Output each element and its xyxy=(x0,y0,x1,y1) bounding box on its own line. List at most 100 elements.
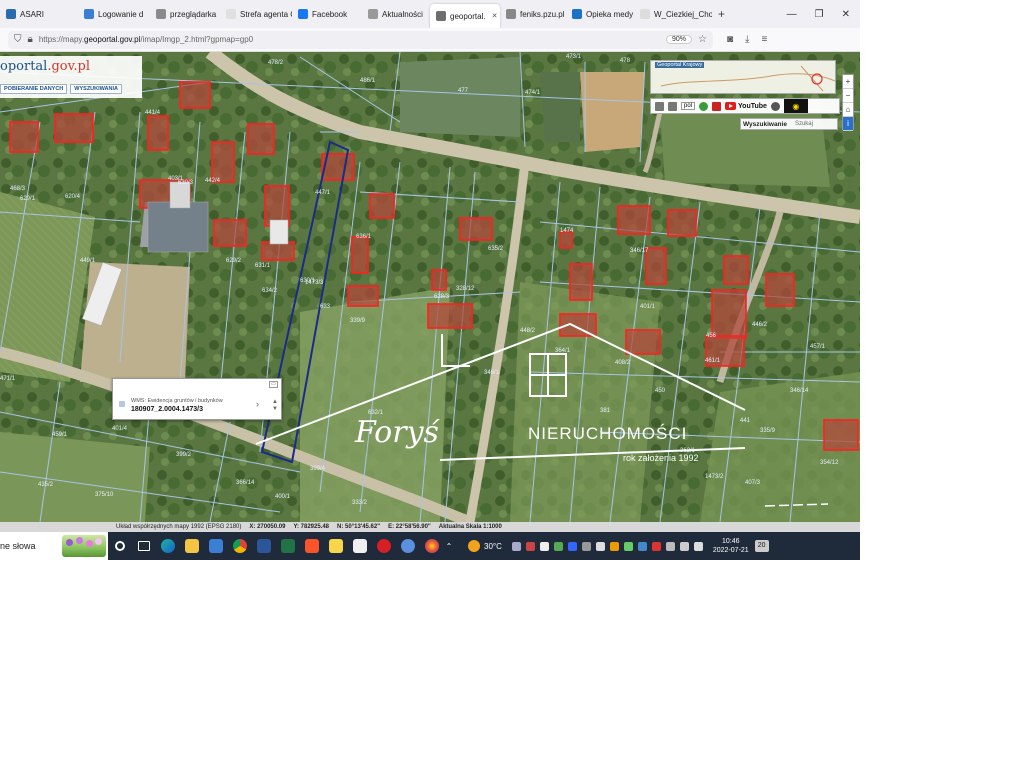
brave-icon[interactable] xyxy=(300,532,324,560)
zoom-out-button[interactable]: − xyxy=(843,89,853,103)
clock-time: 10:46 xyxy=(722,538,740,545)
network-icon[interactable] xyxy=(665,541,675,551)
browser-tab-bar: ASARI Logowanie d przeglądarka Strefa agent… xyxy=(0,0,860,28)
tray-app-icon[interactable] xyxy=(637,541,647,551)
start-icon[interactable] xyxy=(108,532,132,560)
notification-center-badge[interactable]: 20 xyxy=(754,540,769,552)
tray-app-icon[interactable] xyxy=(595,541,605,551)
chevron-right-icon[interactable]: › xyxy=(256,399,259,409)
browser-tab[interactable]: Aktualności xyxy=(362,0,430,28)
browser-tab[interactable]: Logowanie d xyxy=(78,0,150,28)
download-icon[interactable]: ⤓ xyxy=(745,34,749,45)
tab-label: ASARI xyxy=(20,9,45,19)
browser-tab[interactable]: Facebook xyxy=(292,0,362,28)
popup-close-button[interactable]: ▭ xyxy=(269,381,278,388)
browser-tab[interactable]: feniks.pzu.pl xyxy=(500,0,566,28)
youtube-link[interactable]: YouTube xyxy=(725,102,767,110)
agency-watermark: Foryś NIERUCHOMOŚCI rok założenia 1992 xyxy=(255,322,829,507)
sun-icon xyxy=(468,540,480,552)
scroll-arrows-icon[interactable]: ▲ ▼ xyxy=(272,399,278,413)
browser-tab[interactable]: przeglądarka xyxy=(150,0,220,28)
bookmark-star-icon[interactable]: ☆ xyxy=(698,34,707,45)
browser-tab[interactable]: Strefa agenta Co xyxy=(220,0,292,28)
notepad-icon[interactable] xyxy=(348,532,372,560)
coord-n: N: 50°13'45.62" xyxy=(337,524,381,530)
info-icon[interactable]: i xyxy=(843,117,853,131)
watermark-signature: Foryś xyxy=(354,415,441,450)
windows-taskbar: ne słowa ⌃ 30°C 10:46 2022-07-21 20 xyxy=(0,532,860,560)
search-menu-button[interactable]: WYSZUKIWANIA xyxy=(70,84,122,94)
youtube-play-icon xyxy=(725,102,737,110)
taskbar-search-box[interactable]: ne słowa xyxy=(0,532,108,560)
battery-icon[interactable] xyxy=(679,541,689,551)
browser-tab[interactable]: W_Ciezkiej_Chore xyxy=(634,0,712,28)
popup-parcel-id: 180907_2.0004.1473/3 xyxy=(131,406,204,413)
language-select[interactable]: pol xyxy=(681,102,696,110)
menu-icon[interactable]: ≡ xyxy=(761,34,767,45)
map-view[interactable]: 478/2486/1477474/1473/1478472/6469/2629/… xyxy=(0,52,860,522)
tray-app-icon[interactable] xyxy=(623,541,633,551)
browser-tab[interactable]: geoportal. ✕ xyxy=(430,4,500,28)
system-clock[interactable]: 10:46 2022-07-21 xyxy=(713,537,749,555)
download-data-button[interactable]: POBIERANIE DANYCH xyxy=(0,84,68,94)
overflow-chevron-icon[interactable]: ⌃ xyxy=(444,532,454,560)
tab-close-icon[interactable]: ✕ xyxy=(492,12,498,20)
tray-app-icon[interactable] xyxy=(553,541,563,551)
map-toolbar: pol YouTube ◉ xyxy=(650,98,840,114)
zoom-level-badge[interactable]: 90% xyxy=(666,35,693,44)
tray-app-icon[interactable] xyxy=(539,541,549,551)
excel-icon[interactable] xyxy=(276,532,300,560)
bluetooth-icon[interactable] xyxy=(567,541,577,551)
chrome-profile-icon[interactable] xyxy=(396,532,420,560)
browser-tab[interactable]: Opieka medy xyxy=(566,0,634,28)
search-panel-tab[interactable]: Wyszukiwanie Szukaj xyxy=(740,118,838,130)
weather-widget[interactable]: 30°C xyxy=(468,540,502,552)
opera-icon[interactable] xyxy=(372,532,396,560)
address-bar[interactable]: ⛉ 🔒︎ https://mapy.geoportal.gov.pl/imap/… xyxy=(8,30,713,49)
print-icon[interactable] xyxy=(668,101,677,111)
navigation-bar: ⛉ 🔒︎ https://mapy.geoportal.gov.pl/imap/… xyxy=(0,28,860,52)
system-tray xyxy=(511,541,703,551)
watermark-title: NIERUCHOMOŚCI xyxy=(528,424,687,443)
overview-minimap[interactable]: Geoportal Krajowy xyxy=(650,60,836,94)
zoom-in-button[interactable]: + xyxy=(843,75,853,89)
geoportal-logo[interactable]: oportal.gov.pl POBIERANIE DANYCH WYSZUKI… xyxy=(0,56,142,98)
tab-label: Strefa agenta Co xyxy=(240,9,292,19)
tab-label: geoportal. xyxy=(450,11,486,21)
tray-app-icon[interactable] xyxy=(525,541,535,551)
globe-icon[interactable] xyxy=(699,101,709,111)
restore-button[interactable]: ❐ xyxy=(815,9,824,20)
tab-favicon-icon xyxy=(368,9,378,19)
tab-label: W_Ciezkiej_Chore xyxy=(654,9,712,19)
tray-app-icon[interactable] xyxy=(609,541,619,551)
task-view-icon[interactable] xyxy=(132,532,156,560)
accessibility-eye-icon[interactable]: ◉ xyxy=(783,99,808,113)
tray-app-icon[interactable] xyxy=(581,541,591,551)
parcel-info-popup[interactable]: ▭ WMS: Ewidencja gruntów i budynków 1809… xyxy=(112,378,282,420)
tab-favicon-icon xyxy=(6,9,16,19)
store-icon[interactable] xyxy=(204,532,228,560)
pocket-icon[interactable]: ◙ xyxy=(727,34,733,45)
tray-app-icon[interactable] xyxy=(511,541,521,551)
home-icon[interactable]: ⌂ xyxy=(843,103,853,117)
minimize-button[interactable]: — xyxy=(787,9,797,20)
settings-icon[interactable] xyxy=(712,101,722,111)
edge-icon[interactable] xyxy=(156,532,180,560)
zoom-control: + − ⌂ i xyxy=(842,74,854,131)
new-tab-button[interactable]: + xyxy=(712,0,731,28)
clock-date: 2022-07-21 xyxy=(712,547,749,554)
close-button[interactable]: ✕ xyxy=(842,9,850,20)
shield-icon[interactable]: ⛉ xyxy=(14,34,22,45)
speaker-icon[interactable] xyxy=(693,541,703,551)
file-explorer-icon[interactable] xyxy=(180,532,204,560)
tray-app-icon[interactable] xyxy=(651,541,661,551)
firefox-icon[interactable] xyxy=(420,532,444,560)
chrome-icon[interactable] xyxy=(228,532,252,560)
layers-icon[interactable] xyxy=(655,101,664,111)
browser-tab[interactable]: ASARI xyxy=(0,0,78,28)
sticky-notes-icon[interactable] xyxy=(324,532,348,560)
lock-icon[interactable]: 🔒︎ xyxy=(28,34,33,45)
taskbar-search-text: ne słowa xyxy=(0,541,36,551)
help-icon[interactable] xyxy=(770,101,780,111)
word-icon[interactable] xyxy=(252,532,276,560)
